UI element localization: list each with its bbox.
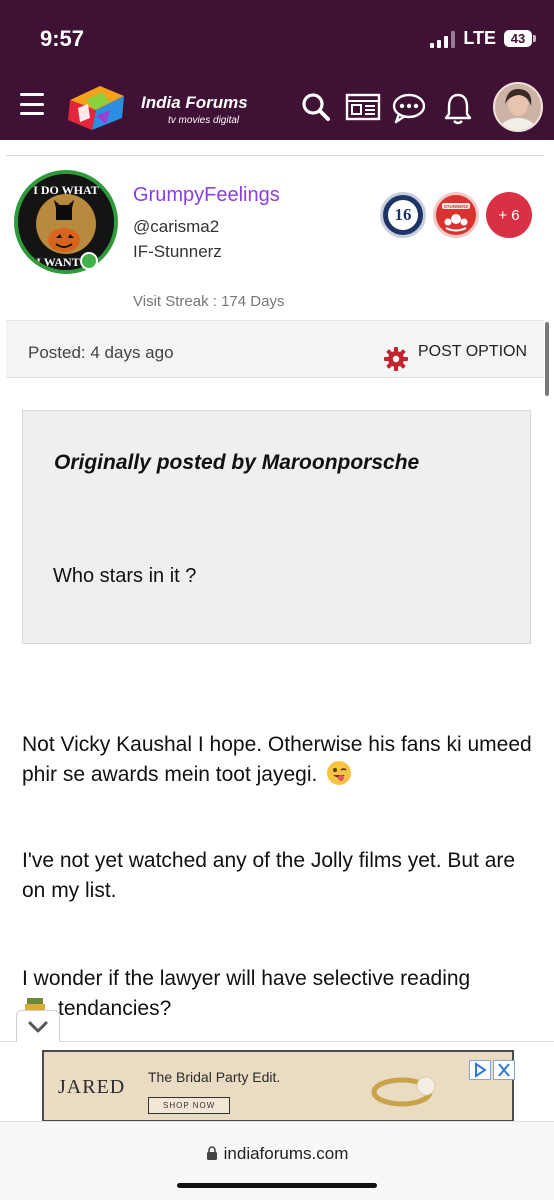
post-paragraph: I've not yet watched any of the Jolly fi… (22, 849, 516, 902)
ring-image-icon (371, 1076, 436, 1107)
chat-icon[interactable] (391, 92, 427, 124)
quote-text: Who stars in it ? (53, 565, 197, 587)
status-indicators: LTE 43 (430, 28, 536, 49)
network-label: LTE (463, 28, 496, 48)
battery-icon: 43 (504, 30, 536, 47)
quote-block: Originally posted by Maroonporsche Who s… (22, 410, 531, 644)
signal-icon (430, 30, 456, 48)
user-avatar[interactable] (493, 82, 543, 132)
ad-area: JARED The Bridal Party Edit. SHOP NOW (0, 1041, 554, 1122)
more-badges-button[interactable]: + 6 (486, 192, 532, 238)
ad-choices[interactable] (469, 1060, 515, 1080)
browser-url-bar[interactable]: indiaforums.com (0, 1121, 554, 1200)
profile-avatar[interactable]: I DO WHAT I WANT (14, 168, 118, 274)
menu-icon[interactable] (20, 93, 44, 115)
search-icon[interactable] (301, 92, 331, 122)
chevron-down-icon (28, 1021, 48, 1032)
bell-icon[interactable] (443, 92, 473, 126)
avatar-text-top: I DO WHAT (33, 183, 99, 197)
battery-level: 43 (504, 30, 532, 47)
years-badge[interactable]: 16 (380, 192, 426, 238)
divider (6, 155, 544, 156)
post-paragraph: Not Vicky Kaushal I hope. Otherwise his … (22, 733, 532, 786)
post-paragraph: I wonder if the lawyer will have selecti… (22, 967, 471, 1020)
ad-info-icon[interactable] (469, 1060, 491, 1080)
status-time: 9:57 (40, 26, 85, 51)
status-bar: 9:57 LTE 43 (0, 0, 554, 76)
post-user-group: IF-Stunnerz (133, 242, 222, 261)
avatar-image: I DO WHAT I WANT (14, 170, 118, 274)
india-forums-logo-icon[interactable] (66, 82, 128, 134)
news-icon[interactable] (345, 92, 381, 122)
ad-close-icon[interactable] (493, 1060, 515, 1080)
winking-tongue-emoji-icon (327, 761, 352, 785)
app-subtitle: tv movies digital (168, 115, 240, 126)
url-display[interactable]: indiaforums.com (0, 1144, 554, 1164)
ad-shop-now-button[interactable]: SHOP NOW (148, 1097, 231, 1114)
ad-title: The Bridal Party Edit. (148, 1069, 281, 1085)
ad-banner[interactable]: JARED The Bridal Party Edit. SHOP NOW (42, 1050, 515, 1122)
post-meta-bar: Posted: 4 days ago POST OPTION (6, 320, 544, 378)
ad-brand: JARED (58, 1076, 126, 1098)
posted-time: Posted: 4 days ago (28, 343, 174, 362)
quote-author: Originally posted by Maroonporsche (54, 451, 420, 474)
visit-streak: Visit Streak : 174 Days (133, 293, 285, 310)
home-indicator[interactable] (177, 1183, 377, 1188)
scrollbar[interactable] (545, 322, 549, 396)
online-status-dot (80, 252, 98, 270)
post-handle: @carisma2 (133, 217, 220, 236)
lock-icon (206, 1146, 217, 1160)
app-header: India Forums tv movies digital (0, 76, 554, 140)
avatar-text-bottom: I WANT (36, 255, 79, 269)
stunnerz-badge[interactable]: STUNNERZ (433, 192, 479, 238)
post-username[interactable]: GrumpyFeelings (133, 184, 280, 207)
gear-icon[interactable] (382, 345, 410, 373)
collapse-ad-button[interactable] (16, 1010, 60, 1042)
svg-text:STUNNERZ: STUNNERZ (444, 204, 469, 209)
app-title: India Forums (141, 93, 248, 112)
post-option-button[interactable]: POST OPTION (418, 343, 527, 361)
